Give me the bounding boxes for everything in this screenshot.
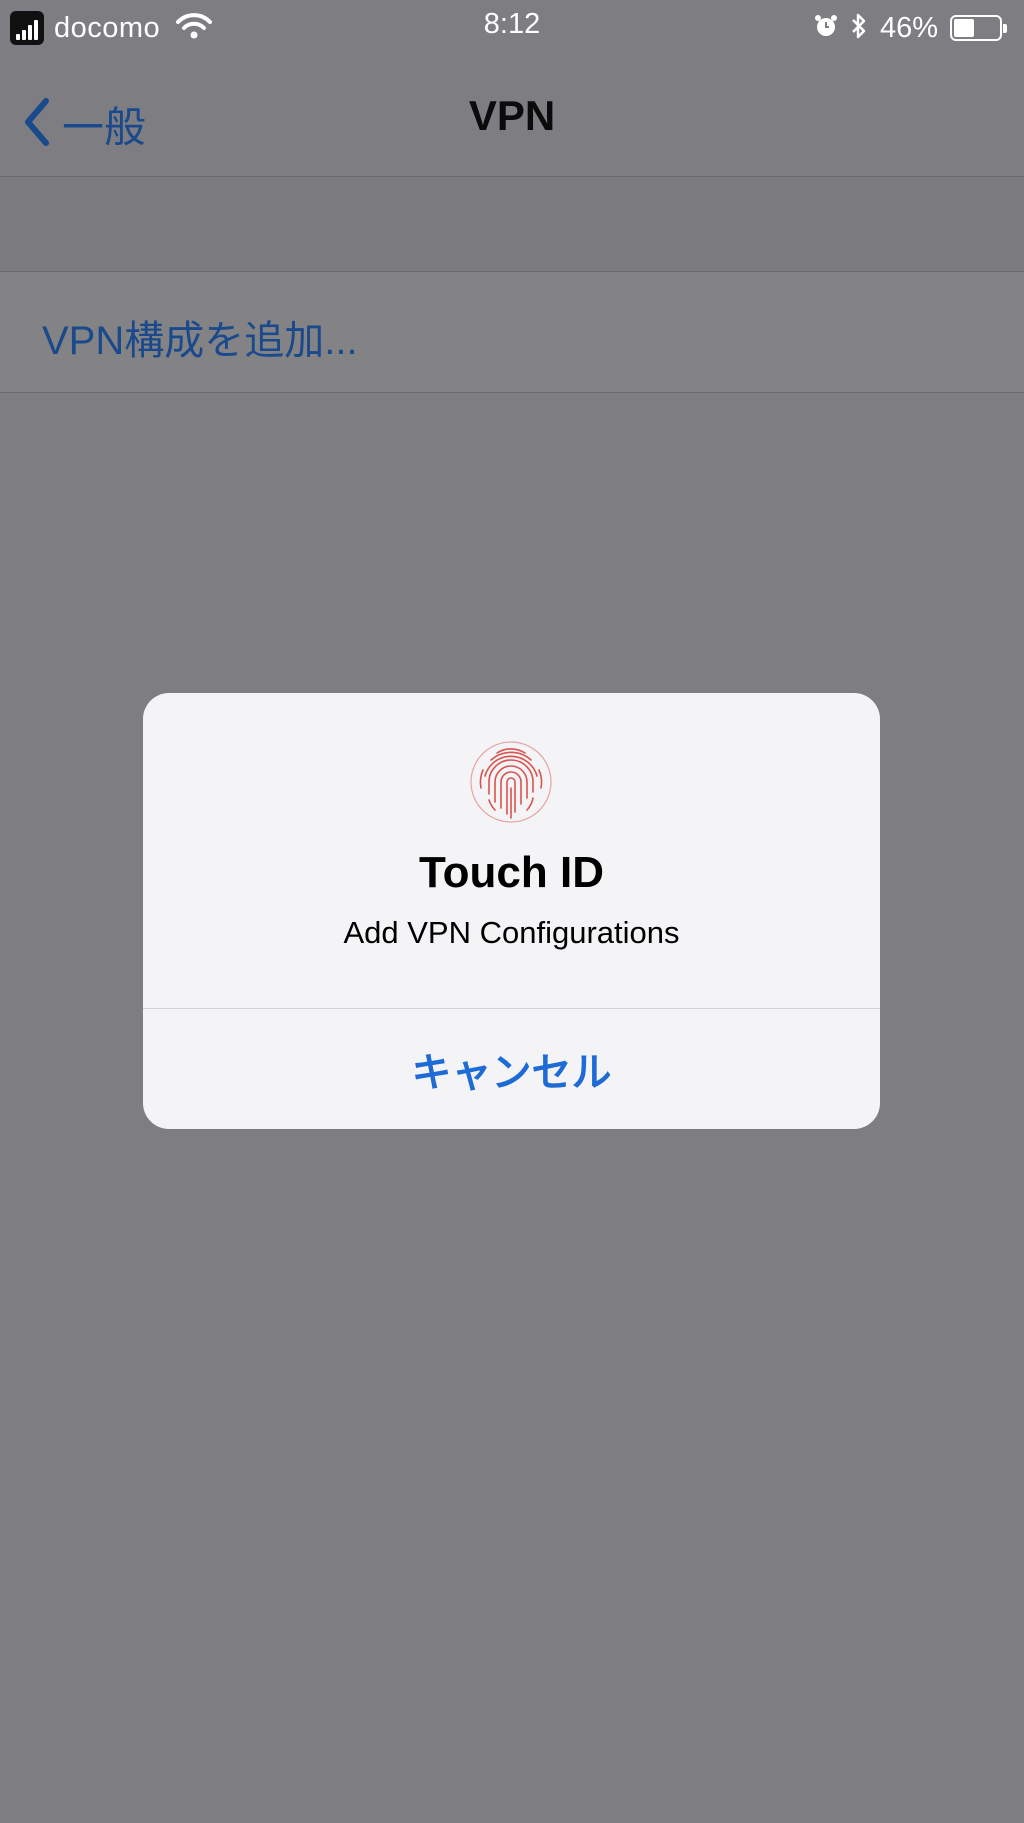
- page-title: VPN: [468, 92, 556, 139]
- add-vpn-configuration-label: VPN構成を追加...: [42, 319, 358, 363]
- battery-icon: [950, 15, 1007, 41]
- cancel-button[interactable]: キャンセル: [143, 1009, 880, 1129]
- alarm-icon: [814, 14, 838, 43]
- battery-percent: 46%: [879, 11, 938, 44]
- alert-title: Touch ID: [419, 848, 604, 897]
- touch-id-alert: Touch ID Add VPN Configurations キャンセル: [143, 693, 880, 1129]
- bluetooth-icon: [850, 12, 868, 45]
- section-spacer: [0, 177, 1024, 272]
- status-bar: docomo 8:12 46%: [0, 0, 1024, 56]
- alert-message: Add VPN Configurations: [343, 915, 680, 950]
- battery-fill: [954, 19, 975, 37]
- navigation-bar: 一般 VPN: [0, 56, 1024, 177]
- fingerprint-icon: [469, 740, 553, 824]
- status-right: 46%: [814, 10, 1007, 46]
- add-vpn-configuration-cell[interactable]: VPN構成を追加...: [0, 272, 1024, 393]
